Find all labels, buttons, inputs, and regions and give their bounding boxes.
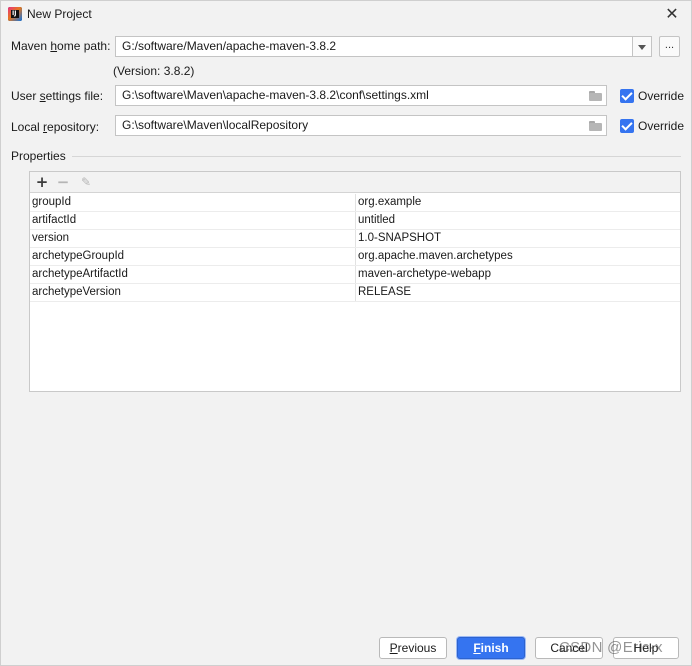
maven-home-input[interactable]: G:/software/Maven/apache-maven-3.8.2: [115, 36, 633, 57]
new-project-dialog: IJ New Project ✕ Maven home path: G:/sof…: [0, 0, 692, 666]
property-key: archetypeArtifactId: [32, 268, 128, 280]
user-settings-input[interactable]: G:\software\Maven\apache-maven-3.8.2\con…: [115, 85, 607, 106]
property-key: archetypeGroupId: [32, 250, 125, 262]
title-bar: IJ New Project ✕: [1, 1, 691, 29]
property-key: version: [32, 232, 70, 244]
maven-version-text: (Version: 3.8.2): [113, 64, 195, 78]
local-repository-label: Local repository:: [11, 120, 100, 134]
table-row[interactable]: archetypeArtifactId maven-archetype-weba…: [30, 266, 680, 284]
previous-button[interactable]: Previous: [379, 637, 447, 659]
table-row[interactable]: archetypeGroupId org.apache.maven.archet…: [30, 248, 680, 266]
close-icon[interactable]: ✕: [663, 5, 681, 23]
table-row[interactable]: groupId org.example: [30, 194, 680, 212]
property-value: 1.0-SNAPSHOT: [358, 232, 442, 244]
local-repository-input[interactable]: G:\software\Maven\localRepository: [115, 115, 607, 136]
properties-section-title: Properties: [11, 149, 72, 163]
add-property-icon[interactable]: +: [33, 173, 51, 191]
local-repository-override-label[interactable]: Override: [638, 119, 684, 133]
user-settings-override-label[interactable]: Override: [638, 89, 684, 103]
property-value: untitled: [358, 214, 396, 226]
property-value: maven-archetype-webapp: [358, 268, 491, 280]
table-row[interactable]: artifactId untitled: [30, 212, 680, 230]
property-value: org.apache.maven.archetypes: [358, 250, 513, 262]
table-row[interactable]: version 1.0-SNAPSHOT: [30, 230, 680, 248]
property-key: archetypeVersion: [32, 286, 121, 298]
local-repository-override-checkbox[interactable]: [620, 119, 634, 133]
user-settings-override-checkbox[interactable]: [620, 89, 634, 103]
cancel-button[interactable]: Cancel: [535, 637, 603, 659]
window-title: New Project: [27, 7, 92, 21]
property-key: groupId: [32, 196, 72, 208]
property-key: artifactId: [32, 214, 77, 226]
properties-toolbar: + − ✎: [30, 172, 680, 193]
maven-home-dropdown-arrow-icon[interactable]: [632, 36, 652, 57]
table-row[interactable]: archetypeVersion RELEASE: [30, 284, 680, 302]
property-value: org.example: [358, 196, 422, 208]
intellij-app-icon: IJ: [8, 7, 22, 21]
user-settings-label: User settings file:: [11, 89, 104, 103]
maven-home-browse-button[interactable]: ...: [659, 36, 680, 57]
property-value: RELEASE: [358, 286, 412, 298]
user-settings-folder-icon[interactable]: [589, 91, 602, 101]
finish-button[interactable]: Finish: [457, 637, 525, 659]
maven-home-label: Maven home path:: [11, 39, 111, 53]
edit-property-icon[interactable]: ✎: [77, 173, 95, 191]
local-repository-folder-icon[interactable]: [589, 121, 602, 131]
properties-separator: [71, 156, 681, 157]
properties-table: groupId org.example artifactId untitled …: [30, 194, 680, 302]
help-button[interactable]: Help: [613, 637, 679, 659]
properties-panel: + − ✎ groupId org.example artifactId unt…: [29, 171, 681, 392]
remove-property-icon[interactable]: −: [54, 173, 72, 191]
